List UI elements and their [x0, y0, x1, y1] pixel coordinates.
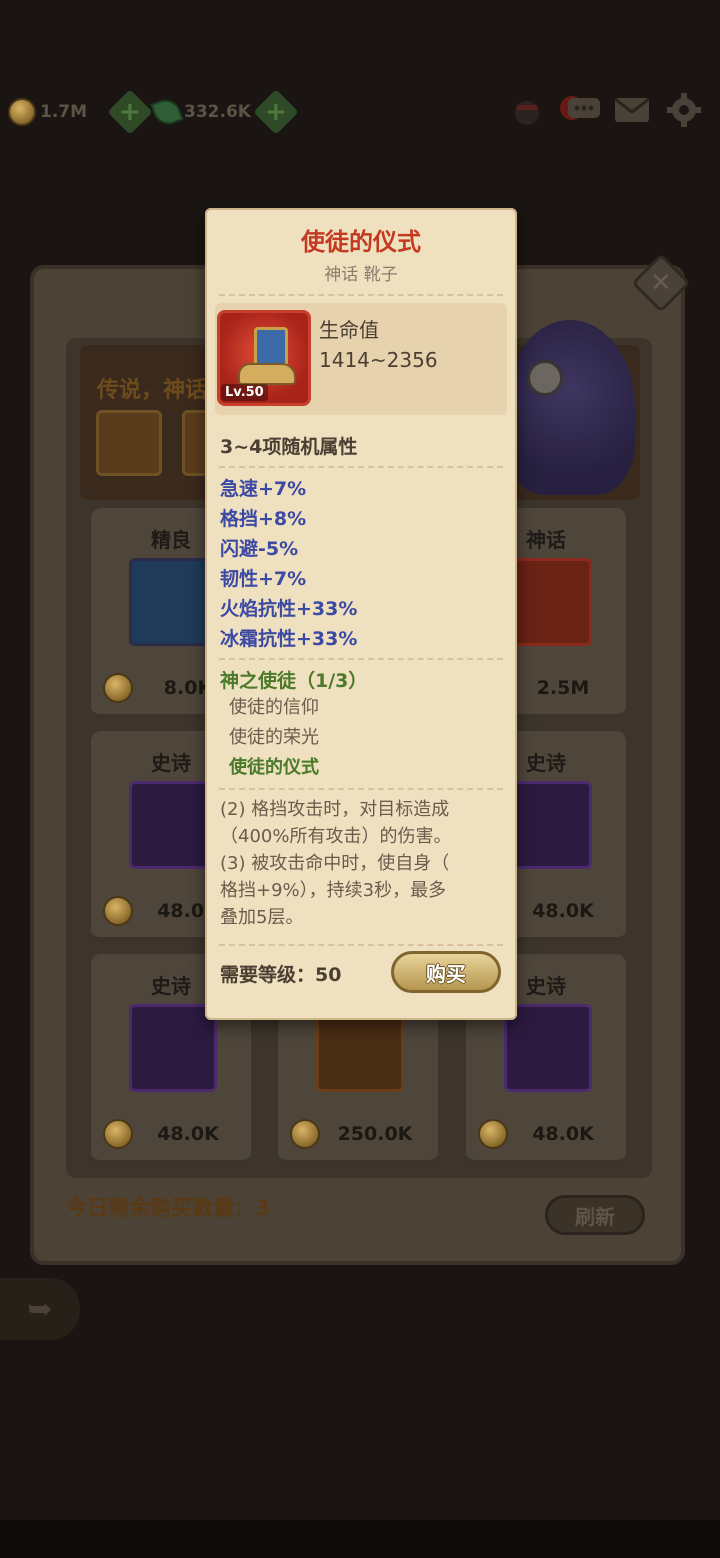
gnome-merchant-portrait [505, 320, 635, 495]
remaining-purchases: 今日剩余购买数量：3 [66, 1196, 270, 1220]
attribute-line: 格挡+8% [220, 508, 307, 530]
gold-coin-icon [290, 1119, 320, 1149]
level-tag: Lv.50 [221, 384, 268, 401]
attribute-line: 闪避-5% [220, 538, 299, 560]
attribute-line: 急速+7% [220, 478, 307, 500]
back-arrow-icon: ➥ [27, 1291, 53, 1327]
spear-item-icon [129, 558, 217, 646]
gold-coin-icon [103, 1119, 133, 1149]
plus-icon: + [107, 89, 153, 135]
card-price-value: 48.0K [157, 1123, 219, 1145]
axe-item-icon [129, 1004, 217, 1092]
event-button[interactable] [508, 90, 548, 130]
card-price-value: 48.0K [532, 1123, 594, 1145]
banner-item-scepter [96, 410, 162, 476]
gold-coin-icon [8, 98, 36, 126]
item-tooltip: 使徒的仪式 神话 靴子 Lv.50 生命值 1414~2356 3~4项随机属性… [205, 208, 517, 1020]
card-price-value: 48.0K [532, 900, 594, 922]
gold-coin-icon [478, 1119, 508, 1149]
chat-icon [568, 98, 600, 118]
gold-coin-icon [103, 673, 133, 703]
attribute-line: 韧性+7% [220, 568, 307, 590]
attribute-list: 急速+7% 格挡+8% 闪避-5% 韧性+7% 火焰抗性+33% 冰霜抗性+33… [220, 474, 500, 654]
buy-button[interactable]: 购买 [391, 951, 501, 993]
back-button[interactable]: ➥ [0, 1278, 80, 1340]
divider [219, 658, 503, 660]
gold-coin-icon [103, 896, 133, 926]
chat-button[interactable] [564, 90, 604, 130]
gem-amount: 332.6K [184, 102, 251, 122]
attribute-line: 冰霜抗性+33% [220, 628, 358, 650]
set-item-current: 使徒的仪式 [229, 757, 319, 778]
random-attr-header: 3~4项随机属性 [220, 436, 358, 458]
divider [219, 788, 503, 790]
stat-value: 1414~2356 [319, 348, 438, 372]
description-line: 格挡+9%），持续3秒，最多 [220, 880, 447, 901]
glove-item-icon [504, 1004, 592, 1092]
leaf-gem-icon [150, 95, 184, 129]
boot-item-icon [129, 781, 217, 869]
gold-amount: 1.7M [40, 102, 88, 122]
stat-name: 生命值 [319, 318, 379, 342]
card-price: 250.0K [290, 1114, 430, 1154]
set-name: 神之使徒（1/3） [220, 670, 368, 692]
item-title: 使徒的仪式 [301, 228, 421, 256]
card-price: 48.0K [478, 1114, 618, 1154]
add-gold-button[interactable]: + [107, 89, 153, 135]
close-icon: ✕ [650, 267, 672, 298]
set-item-list: 使徒的信仰 使徒的荣光 使徒的仪式 [229, 693, 499, 783]
bomb-icon [513, 99, 541, 127]
card-price-value: 2.5M [536, 677, 590, 699]
description-line: (2) 格挡攻击时，对目标造成 [220, 799, 450, 820]
gold-resource: 1.7M [8, 90, 87, 134]
set-item: 使徒的荣光 [229, 727, 319, 748]
boots-item-icon [504, 558, 592, 646]
mail-button[interactable] [612, 90, 652, 130]
gem-resource: 332.6K [150, 90, 251, 134]
mail-icon [614, 97, 650, 122]
gear-icon [667, 93, 701, 127]
set-bonus-description: (2) 格挡攻击时，对目标造成 （400%所有攻击）的伤害。 (3) 被攻击命中… [220, 796, 505, 931]
top-bar: 1.7M + 332.6K + ! [0, 89, 720, 140]
divider [219, 466, 503, 468]
card-price: 48.0K [103, 1114, 243, 1154]
banner-text: 传说，神话 [97, 378, 208, 403]
required-level: 需要等级：50 [220, 964, 342, 986]
staff-item-icon [504, 781, 592, 869]
card-price-value: 250.0K [337, 1123, 413, 1145]
gnome-eye [527, 360, 563, 396]
description-line: 叠加5层。 [220, 907, 304, 928]
settings-button[interactable] [664, 90, 704, 130]
plus-icon: + [253, 89, 299, 135]
set-item: 使徒的信仰 [229, 697, 319, 718]
item-subtitle: 神话 靴子 [324, 265, 398, 285]
attribute-line: 火焰抗性+33% [220, 598, 358, 620]
divider [219, 294, 503, 296]
description-line: （400%所有攻击）的伤害。 [220, 826, 452, 847]
add-gem-button[interactable]: + [253, 89, 299, 135]
refresh-button[interactable]: 刷新 [545, 1195, 645, 1235]
divider [219, 944, 503, 946]
boot-sole [238, 363, 296, 385]
description-line: (3) 被攻击命中时，使自身（ [220, 853, 450, 874]
bottom-bar [0, 1520, 720, 1558]
